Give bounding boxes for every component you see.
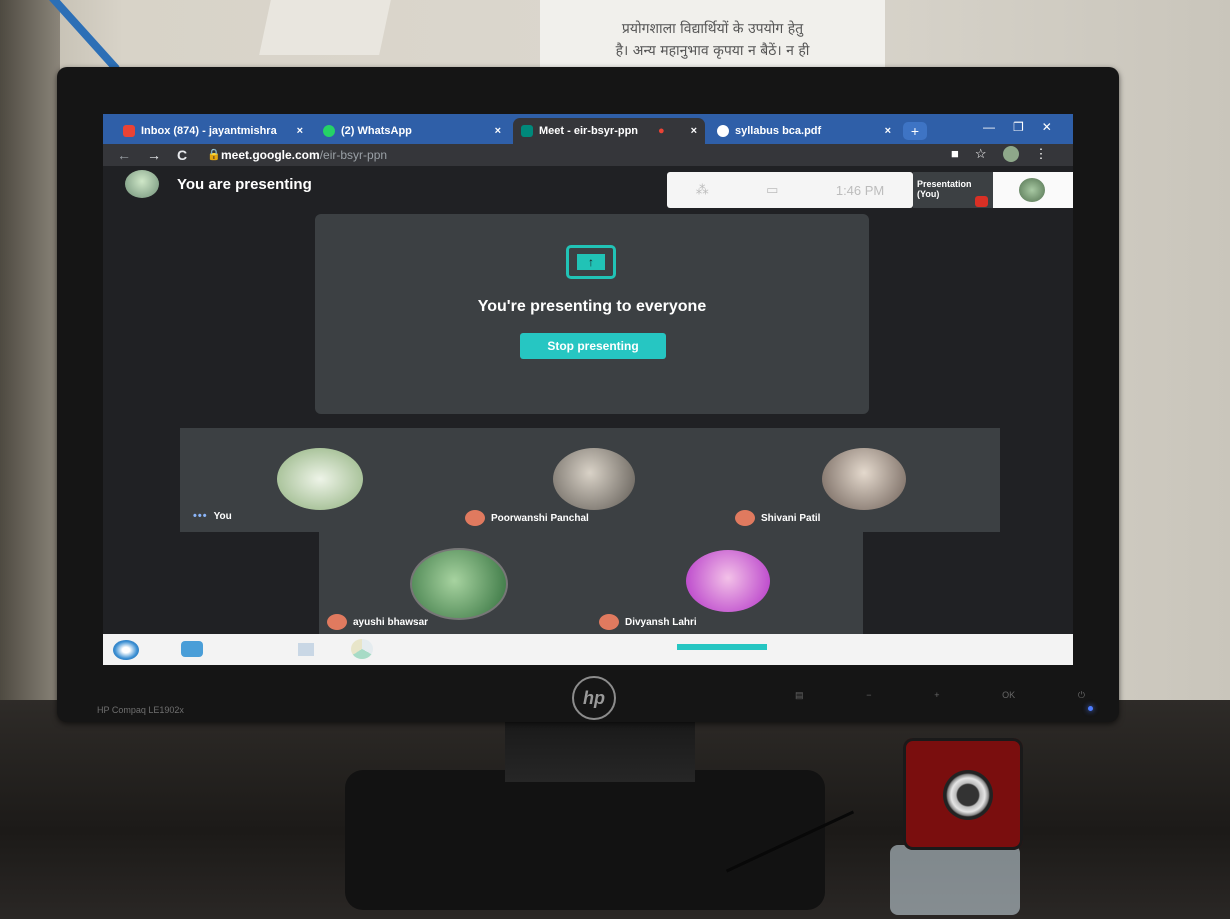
tab-label: (2) WhatsApp bbox=[341, 125, 412, 137]
participant-tile[interactable]: Divyansh Lahri bbox=[599, 614, 697, 630]
avatar bbox=[686, 550, 770, 612]
page-title: You are presenting bbox=[177, 176, 312, 193]
tab-bar: Inbox (874) - jayantmishra × (2) WhatsAp… bbox=[103, 114, 1073, 144]
chrome-icon[interactable] bbox=[351, 639, 373, 659]
avatar bbox=[822, 448, 906, 510]
camera-icon[interactable]: ■ bbox=[951, 146, 959, 162]
new-tab-button[interactable]: + bbox=[903, 122, 927, 140]
forward-icon[interactable]: → bbox=[147, 147, 161, 163]
tab-label: Inbox (874) - jayantmishra bbox=[141, 125, 277, 137]
plus-button[interactable]: + bbox=[934, 690, 939, 706]
meet-icon bbox=[521, 125, 533, 137]
window-controls: — ❐ ✕ bbox=[983, 120, 1052, 134]
close-icon[interactable]: × bbox=[885, 125, 891, 137]
paper-scrap bbox=[259, 0, 391, 55]
participant-name: Shivani Patil bbox=[761, 512, 821, 524]
power-button[interactable]: ⏻ bbox=[1078, 690, 1085, 706]
stop-presenting-button[interactable]: Stop presenting bbox=[520, 333, 666, 359]
notice-line-1: प्रयोगशाला विद्यार्थियों के उपयोग हेतु bbox=[621, 21, 804, 37]
clock-label: 1:46 PM bbox=[835, 182, 885, 198]
mic-off-icon bbox=[327, 614, 347, 630]
monitor-stand bbox=[505, 722, 695, 782]
participant-tile[interactable]: Poorwanshi Panchal bbox=[465, 510, 589, 526]
app-icon[interactable] bbox=[298, 643, 314, 656]
chrome-doc-icon bbox=[717, 125, 729, 137]
participant-tile[interactable]: ••• You bbox=[193, 510, 232, 522]
menu-icon[interactable]: ⋮ bbox=[1035, 146, 1048, 162]
monitor-buttons: ▤ − + OK ⏻ bbox=[795, 690, 1085, 706]
tab-label: Meet - eir-bsyr-ppn bbox=[539, 125, 639, 137]
gmail-icon bbox=[123, 125, 135, 137]
mic-off-badge-icon bbox=[975, 196, 988, 207]
whatsapp-icon bbox=[323, 125, 335, 137]
presenting-indicator bbox=[677, 644, 767, 650]
profile-icon[interactable] bbox=[1002, 146, 1019, 162]
url-path: /eir-bsyr-ppn bbox=[319, 148, 388, 162]
participant-name: ayushi bhawsar bbox=[353, 616, 429, 628]
lock-icon: 🔒 bbox=[207, 149, 221, 161]
back-icon[interactable]: ← bbox=[117, 147, 131, 163]
participant-tile[interactable]: Shivani Patil bbox=[735, 510, 820, 526]
avatar bbox=[125, 170, 159, 198]
close-icon[interactable]: × bbox=[495, 125, 501, 137]
avatar bbox=[1019, 178, 1045, 202]
chat-icon[interactable]: ▭ bbox=[766, 182, 778, 198]
browser-toolbar: ← → C 🔒 meet.google.com/eir-bsyr-ppn ■ ☆… bbox=[103, 144, 1073, 166]
tab-pdf[interactable]: syllabus bca.pdf × bbox=[709, 118, 899, 144]
url-host: meet.google.com bbox=[221, 148, 320, 162]
notice-line-2: है। अन्य महानुभाव कृपया न बैठें। न ही bbox=[615, 43, 810, 59]
toolbar-icons: ■ ☆ ⋮ bbox=[951, 146, 1048, 162]
monitor-base bbox=[345, 770, 825, 910]
recording-dot-icon: ● bbox=[658, 125, 665, 137]
wall-notice: प्रयोगशाला विद्यार्थियों के उपयोग हेतु ह… bbox=[540, 0, 885, 72]
star-icon[interactable]: ☆ bbox=[975, 146, 987, 162]
monitor-model: HP Compaq LE1902x bbox=[97, 705, 184, 715]
ok-button[interactable]: OK bbox=[1002, 690, 1015, 706]
avatar bbox=[277, 448, 363, 510]
speaking-dots-icon: ••• bbox=[193, 510, 208, 522]
mic-off-icon bbox=[465, 510, 485, 526]
participant-name: Poorwanshi Panchal bbox=[491, 512, 589, 524]
tab-label: syllabus bca.pdf bbox=[735, 125, 822, 137]
reload-icon[interactable]: C bbox=[177, 147, 187, 163]
minus-button[interactable]: − bbox=[866, 690, 871, 706]
start-icon[interactable] bbox=[113, 640, 139, 660]
file-explorer-icon[interactable] bbox=[181, 641, 203, 657]
close-icon[interactable]: × bbox=[297, 125, 303, 137]
monitor-screen: Inbox (874) - jayantmishra × (2) WhatsAp… bbox=[103, 114, 1073, 665]
avatar bbox=[553, 448, 635, 510]
webcam-lens bbox=[943, 770, 993, 820]
minimize-icon[interactable]: — bbox=[983, 120, 995, 134]
present-message: You're presenting to everyone bbox=[477, 298, 707, 315]
webcam-clip bbox=[890, 845, 1020, 915]
tab-whatsapp[interactable]: (2) WhatsApp × bbox=[315, 118, 509, 144]
participant-name: You bbox=[213, 510, 232, 522]
menu-button[interactable]: ▤ bbox=[795, 690, 804, 706]
participant-name: Divyansh Lahri bbox=[625, 616, 697, 628]
avatar bbox=[410, 548, 508, 620]
hp-logo: hp bbox=[572, 676, 616, 720]
maximize-icon[interactable]: ❐ bbox=[1013, 120, 1024, 134]
close-window-icon[interactable]: ✕ bbox=[1042, 120, 1052, 134]
close-icon[interactable]: × bbox=[691, 125, 697, 137]
power-led bbox=[1088, 706, 1093, 711]
mic-off-icon bbox=[735, 510, 755, 526]
arrow-up-icon: ↑ bbox=[577, 254, 605, 270]
wall-corner bbox=[0, 0, 60, 780]
meeting-info-panel: ⁂ ▭ 1:46 PM bbox=[667, 172, 913, 208]
address-bar[interactable]: meet.google.com/eir-bsyr-ppn bbox=[221, 148, 387, 162]
mic-off-icon bbox=[599, 614, 619, 630]
participant-tile[interactable]: ayushi bhawsar bbox=[327, 614, 428, 630]
people-icon[interactable]: ⁂ bbox=[696, 182, 709, 198]
taskbar bbox=[103, 634, 1073, 665]
tab-gmail[interactable]: Inbox (874) - jayantmishra × bbox=[115, 118, 311, 144]
tab-meet[interactable]: Meet - eir-bsyr-ppn ● × bbox=[513, 118, 705, 144]
